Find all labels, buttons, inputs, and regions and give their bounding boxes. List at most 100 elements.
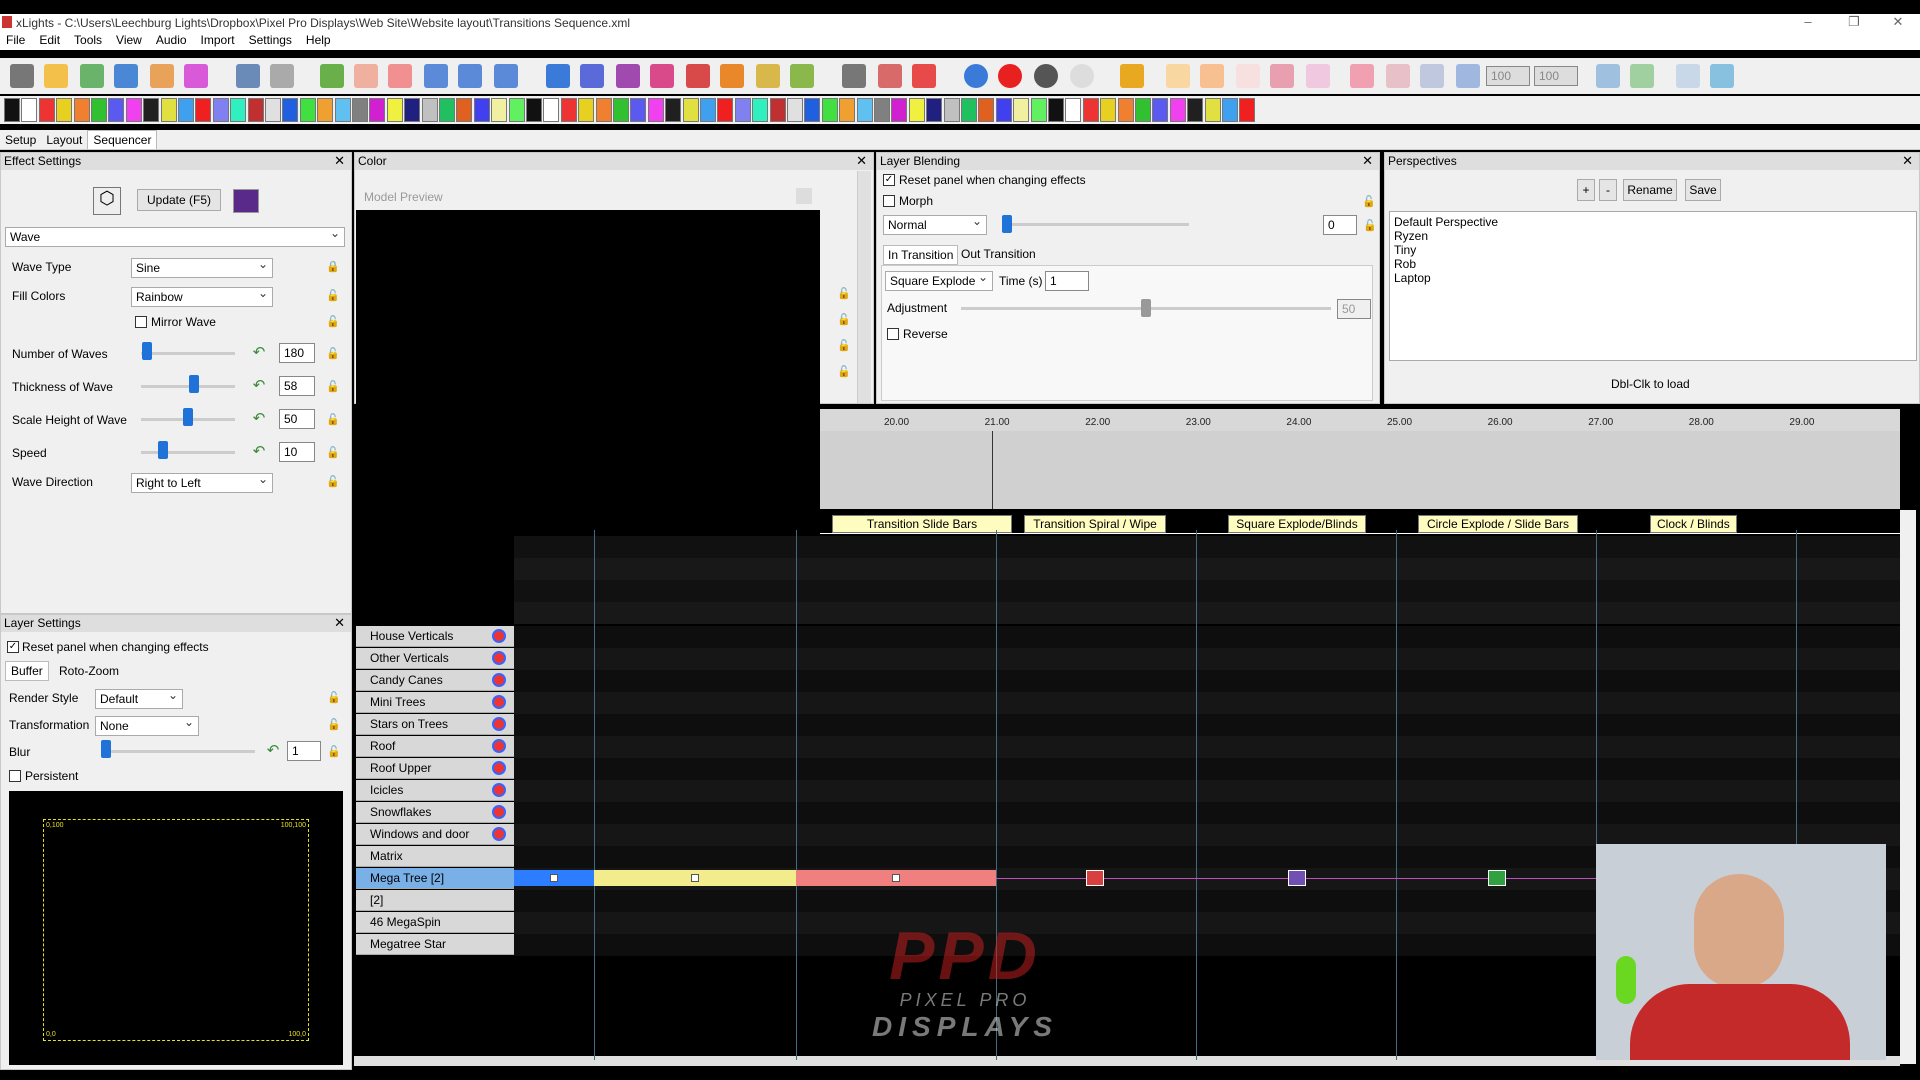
- replay-icon[interactable]: [494, 64, 518, 88]
- num-waves-input[interactable]: 180: [279, 343, 315, 363]
- menu-edit[interactable]: Edit: [33, 30, 68, 47]
- effect-palette-icon[interactable]: [38, 98, 55, 122]
- effect-palette-icon[interactable]: [613, 98, 629, 122]
- effect-palette-icon[interactable]: [334, 98, 351, 122]
- transition-type-select[interactable]: Square Explode: [885, 270, 993, 291]
- render-style-select[interactable]: Default: [95, 688, 183, 709]
- tab-layout[interactable]: Layout: [41, 131, 87, 149]
- window-icon[interactable]: [1710, 64, 1734, 88]
- effect-palette-icon[interactable]: [856, 98, 873, 122]
- persistent-checkbox[interactable]: [9, 770, 21, 782]
- effect-palette-icon[interactable]: [665, 98, 682, 122]
- preview-close-button[interactable]: [796, 188, 812, 204]
- copy-icon[interactable]: [616, 64, 640, 88]
- num-waves-track[interactable]: [141, 352, 235, 355]
- close-icon[interactable]: ✕: [334, 153, 345, 169]
- rename-button[interactable]: Rename: [1623, 179, 1677, 201]
- effect-block[interactable]: [514, 870, 594, 886]
- effect-palette-icon[interactable]: [91, 98, 107, 122]
- ac-icon[interactable]: [1120, 64, 1144, 88]
- reverse-checkbox[interactable]: [887, 328, 899, 340]
- undo-icon[interactable]: ↶: [249, 442, 269, 462]
- effect-palette-icon[interactable]: [160, 98, 177, 122]
- effect-palette-icon[interactable]: [143, 98, 160, 122]
- thickness-input[interactable]: 58: [279, 376, 315, 396]
- timeline-ruler[interactable]: [820, 409, 1900, 431]
- record-icon[interactable]: [998, 64, 1022, 88]
- effect-lane[interactable]: [514, 780, 1900, 802]
- effect-palette-icon[interactable]: [230, 98, 247, 122]
- effect-lane[interactable]: [514, 648, 1900, 670]
- lock-icon[interactable]: 🔓: [326, 289, 340, 303]
- effect-palette-icon[interactable]: [821, 98, 838, 122]
- clipboard-icon[interactable]: [270, 64, 294, 88]
- camera-icon[interactable]: [236, 64, 260, 88]
- effect-palette-icon[interactable]: [125, 98, 142, 122]
- new-sequence-icon[interactable]: [44, 64, 68, 88]
- effect-palette-icon[interactable]: [1065, 98, 1082, 122]
- blend-track[interactable]: [1003, 223, 1189, 226]
- effect-palette-icon[interactable]: [578, 98, 595, 122]
- lock-icon[interactable]: 🔓: [326, 347, 340, 361]
- wave-icon[interactable]: [1270, 64, 1294, 88]
- effect-palette-icon[interactable]: [282, 98, 299, 122]
- play-icon[interactable]: [320, 64, 344, 88]
- effect-lane[interactable]: [514, 736, 1900, 758]
- effect-palette-icon[interactable]: [1169, 98, 1186, 122]
- fill-icon[interactable]: [1200, 64, 1224, 88]
- effect-select[interactable]: Wave: [5, 226, 345, 247]
- effect-palette-icon[interactable]: [647, 98, 664, 122]
- download-icon[interactable]: [114, 64, 138, 88]
- menu-audio[interactable]: Audio: [150, 30, 195, 47]
- effect-lane[interactable]: [514, 758, 1900, 780]
- ramp-down-icon[interactable]: [1420, 64, 1444, 88]
- effect-palette-icon[interactable]: [995, 98, 1012, 122]
- model-row[interactable]: 46 MegaSpin: [356, 912, 514, 933]
- effect-palette-icon[interactable]: [1030, 98, 1047, 122]
- direction-select[interactable]: Right to Left: [131, 472, 273, 493]
- paint-icon[interactable]: [686, 64, 710, 88]
- speed-input[interactable]: 10: [279, 442, 315, 462]
- effect-palette-icon[interactable]: [752, 98, 769, 122]
- morph-checkbox[interactable]: [883, 195, 895, 207]
- bulb-icon[interactable]: [1070, 64, 1094, 88]
- tab-buffer[interactable]: Buffer: [5, 661, 49, 681]
- effect-lane[interactable]: [514, 692, 1900, 714]
- effect-palette-icon[interactable]: [1239, 98, 1256, 122]
- ramp-up-icon[interactable]: [1386, 64, 1410, 88]
- effect-palette-icon[interactable]: [1100, 98, 1117, 122]
- model-row[interactable]: Stars on Trees: [356, 714, 514, 735]
- effect-palette-icon[interactable]: [473, 98, 490, 122]
- menu-settings[interactable]: Settings: [243, 30, 300, 47]
- close-button[interactable]: ✕: [1878, 14, 1918, 30]
- menu-file[interactable]: File: [0, 30, 33, 47]
- model-row[interactable]: [2]: [356, 890, 514, 911]
- effect-marker-icon[interactable]: [1488, 870, 1506, 886]
- open-folder-icon[interactable]: [10, 64, 34, 88]
- effect-palette-icon[interactable]: [491, 98, 508, 122]
- stop-icon[interactable]: [388, 64, 412, 88]
- effect-palette-icon[interactable]: [560, 98, 577, 122]
- model-row[interactable]: Roof Upper: [356, 758, 514, 779]
- model-row[interactable]: Matrix: [356, 846, 514, 867]
- model-row[interactable]: Mini Trees: [356, 692, 514, 713]
- effect-palette-icon[interactable]: [265, 98, 281, 122]
- lock-icon[interactable]: 🔓: [1362, 195, 1376, 209]
- blur-track[interactable]: [101, 750, 255, 753]
- buffer-region[interactable]: 0,100 100,100 0,0 100,0: [43, 819, 309, 1041]
- effect-palette-icon[interactable]: [369, 98, 386, 122]
- paste-icon[interactable]: [650, 64, 674, 88]
- effect-palette-icon[interactable]: [1187, 98, 1204, 122]
- effect-palette-icon[interactable]: [682, 98, 699, 122]
- effect-palette-icon[interactable]: [926, 98, 943, 122]
- time-input[interactable]: 1: [1045, 271, 1089, 291]
- effect-palette-icon[interactable]: [247, 98, 264, 122]
- lock-icon[interactable]: 🔓: [837, 365, 851, 379]
- close-icon[interactable]: ✕: [334, 615, 345, 631]
- effect-handle[interactable]: [892, 874, 900, 882]
- effect-palette-icon[interactable]: [21, 98, 38, 122]
- help-icon[interactable]: [964, 64, 988, 88]
- menu-view[interactable]: View: [110, 30, 150, 47]
- model-row[interactable]: Windows and door: [356, 824, 514, 845]
- effect-palette-icon[interactable]: [73, 98, 90, 122]
